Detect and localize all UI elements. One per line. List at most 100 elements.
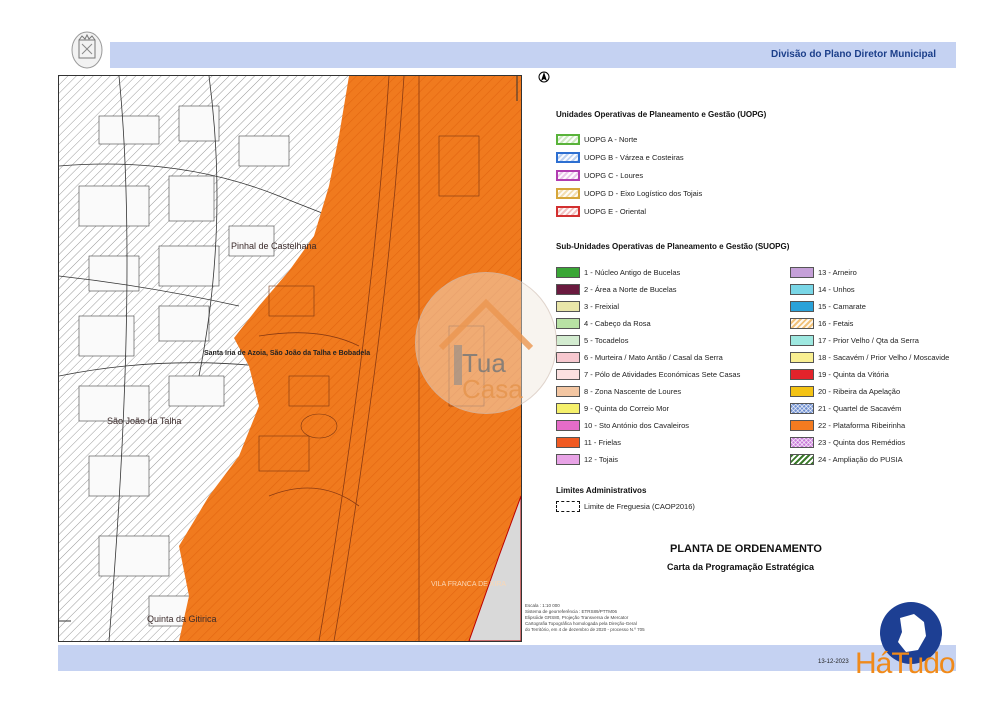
suopg-swatch-icon bbox=[556, 351, 580, 363]
uopg-swatch-icon bbox=[556, 205, 580, 217]
suopg-swatch-icon bbox=[790, 402, 814, 414]
suopg-swatch-icon bbox=[556, 453, 580, 465]
suopg-swatch-icon bbox=[790, 266, 814, 278]
suopg-swatch-icon bbox=[790, 300, 814, 312]
suopg-swatch-icon bbox=[556, 317, 580, 329]
legend-label: Limite de Freguesia (CAOP2016) bbox=[584, 501, 695, 511]
legend-item: 9 - Quinta do Correio Mor bbox=[556, 402, 669, 414]
legend-label: 19 - Quinta da Vitória bbox=[818, 369, 889, 379]
legend-label: 23 - Quinta dos Remédios bbox=[818, 437, 906, 447]
legend-item: 23 - Quinta dos Remédios bbox=[790, 436, 905, 448]
uopg-swatch-icon bbox=[556, 187, 580, 199]
legend-label: 15 - Camarate bbox=[818, 301, 866, 311]
legend-item: 4 - Cabeço da Rosa bbox=[556, 317, 651, 329]
legend-item: 21 - Quartel de Sacavém bbox=[790, 402, 901, 414]
suopg-title: Sub-Unidades Operativas de Planeamento e… bbox=[556, 242, 790, 251]
map-label-sjtalha: São João da Talha bbox=[107, 416, 182, 426]
header-title: Divisão do Plano Diretor Municipal bbox=[770, 49, 936, 60]
legend-label: UOPG A - Norte bbox=[584, 134, 638, 144]
legend-item: 8 - Zona Nascente de Loures bbox=[556, 385, 681, 397]
north-arrow-icon bbox=[538, 70, 550, 88]
legend-label: UOPG B - Várzea e Costeiras bbox=[584, 152, 684, 162]
footer-date: 13-12-2023 bbox=[818, 659, 849, 665]
suopg-swatch-icon bbox=[556, 300, 580, 312]
legend-item: 15 - Camarate bbox=[790, 300, 866, 312]
legend-item: 22 - Plataforma Ribeirinha bbox=[790, 419, 905, 431]
legend-item: UOPG D - Eixo Logístico dos Tojais bbox=[556, 187, 702, 199]
map-label-pinhal: Pinhal de Castelhana bbox=[231, 241, 317, 251]
legend-label: 4 - Cabeço da Rosa bbox=[584, 318, 651, 328]
uopg-swatch-icon bbox=[556, 151, 580, 163]
suopg-swatch-icon bbox=[556, 266, 580, 278]
legend-label: 5 - Tocadelos bbox=[584, 335, 629, 345]
suopg-swatch-icon bbox=[790, 368, 814, 380]
suopg-swatch-icon bbox=[790, 453, 814, 465]
suopg-swatch-icon bbox=[790, 436, 814, 448]
admin-title: Limites Administrativos bbox=[556, 486, 647, 495]
legend-item: 7 - Pólo de Atividades Económicas Sete C… bbox=[556, 368, 740, 380]
legend-label: 2 - Área a Norte de Bucelas bbox=[584, 284, 677, 294]
legend-item: 1 - Núcleo Antigo de Bucelas bbox=[556, 266, 680, 278]
legend-item: UOPG B - Várzea e Costeiras bbox=[556, 151, 684, 163]
boundary-swatch-icon bbox=[556, 500, 580, 512]
legend-item: UOPG E - Oriental bbox=[556, 205, 646, 217]
legend-label: 6 - Murteira / Mato Antão / Casal da Ser… bbox=[584, 352, 723, 362]
legend-item: 11 - Frielas bbox=[556, 436, 621, 448]
suopg-swatch-icon bbox=[790, 317, 814, 329]
legend-label: 13 - Arneiro bbox=[818, 267, 857, 277]
legend-label: 3 - Freixial bbox=[584, 301, 620, 311]
suopg-swatch-icon bbox=[790, 385, 814, 397]
legend-label: 16 - Fetais bbox=[818, 318, 854, 328]
legend-label: 10 - Sto António dos Cavaleiros bbox=[584, 420, 690, 430]
uopg-swatch-icon bbox=[556, 133, 580, 145]
map-label-vfx: VILA FRANCA DE XIRA bbox=[431, 581, 507, 588]
legend-item: 13 - Arneiro bbox=[790, 266, 857, 278]
legend-item: 17 - Prior Velho / Qta da Serra bbox=[790, 334, 919, 346]
legend-label: 1 - Núcleo Antigo de Bucelas bbox=[584, 267, 681, 277]
legend-label: 9 - Quinta do Correio Mor bbox=[584, 403, 670, 413]
legend-label: 8 - Zona Nascente de Loures bbox=[584, 386, 682, 396]
legend-item: 12 - Tojais bbox=[556, 453, 618, 465]
legend-item: 24 - Ampliação do PUSIA bbox=[790, 453, 903, 465]
legend-label: UOPG C - Loures bbox=[584, 170, 644, 180]
suopg-swatch-icon bbox=[790, 351, 814, 363]
uopg-title: Unidades Operativas de Planeamento e Ges… bbox=[556, 110, 767, 119]
legend-item: UOPG A - Norte bbox=[556, 133, 637, 145]
map-metadata: Escala : 1:10 000 Sistema de georreferên… bbox=[525, 603, 675, 633]
legend-label: 20 - Ribeira da Apelação bbox=[818, 386, 901, 396]
map-title: PLANTA DE ORDENAMENTO bbox=[670, 543, 822, 555]
header-bar: Divisão do Plano Diretor Municipal bbox=[110, 42, 956, 68]
legend-label: UOPG E - Oriental bbox=[584, 206, 647, 216]
legend-label: 11 - Frielas bbox=[584, 437, 621, 447]
legend-label: 7 - Pólo de Atividades Económicas Sete C… bbox=[584, 369, 741, 379]
legend-item: 14 - Unhos bbox=[790, 283, 855, 295]
watermark-casa: Casa bbox=[462, 374, 523, 404]
legend-item: 3 - Freixial bbox=[556, 300, 619, 312]
footer-bar: 13-12-2023 bbox=[58, 645, 956, 671]
suopg-swatch-icon bbox=[556, 419, 580, 431]
legend-item: 2 - Área a Norte de Bucelas bbox=[556, 283, 677, 295]
suopg-swatch-icon bbox=[556, 385, 580, 397]
legend-item: 19 - Quinta da Vitória bbox=[790, 368, 889, 380]
meta-line: do Território, em 4 de dezembro de 2020 … bbox=[525, 627, 645, 632]
legend-item: Limite de Freguesia (CAOP2016) bbox=[556, 500, 695, 512]
suopg-swatch-icon bbox=[790, 334, 814, 346]
municipal-crest-icon bbox=[70, 30, 104, 70]
legend-item: 5 - Tocadelos bbox=[556, 334, 628, 346]
legend-item: 10 - Sto António dos Cavaleiros bbox=[556, 419, 689, 431]
suopg-swatch-icon bbox=[556, 334, 580, 346]
legend-label: 18 - Sacavém / Prior Velho / Moscavide bbox=[818, 352, 950, 362]
map-label-quinta: Quinta da Gitirica bbox=[147, 614, 217, 624]
legend-item: 20 - Ribeira da Apelação bbox=[790, 385, 900, 397]
uopg-swatch-icon bbox=[556, 169, 580, 181]
suopg-swatch-icon bbox=[556, 368, 580, 380]
legend-label: 22 - Plataforma Ribeirinha bbox=[818, 420, 906, 430]
legend-label: 21 - Quartel de Sacavém bbox=[818, 403, 902, 413]
legend-label: 12 - Tojais bbox=[584, 454, 619, 464]
legend-label: 17 - Prior Velho / Qta da Serra bbox=[818, 335, 919, 345]
suopg-swatch-icon bbox=[556, 283, 580, 295]
map-label-parish: Santa Iria de Azoia, São João da Talha e… bbox=[204, 350, 371, 357]
legend-label: UOPG D - Eixo Logístico dos Tojais bbox=[584, 188, 703, 198]
legend-label: 24 - Ampliação do PUSIA bbox=[818, 454, 903, 464]
legend-label: 14 - Unhos bbox=[818, 284, 855, 294]
